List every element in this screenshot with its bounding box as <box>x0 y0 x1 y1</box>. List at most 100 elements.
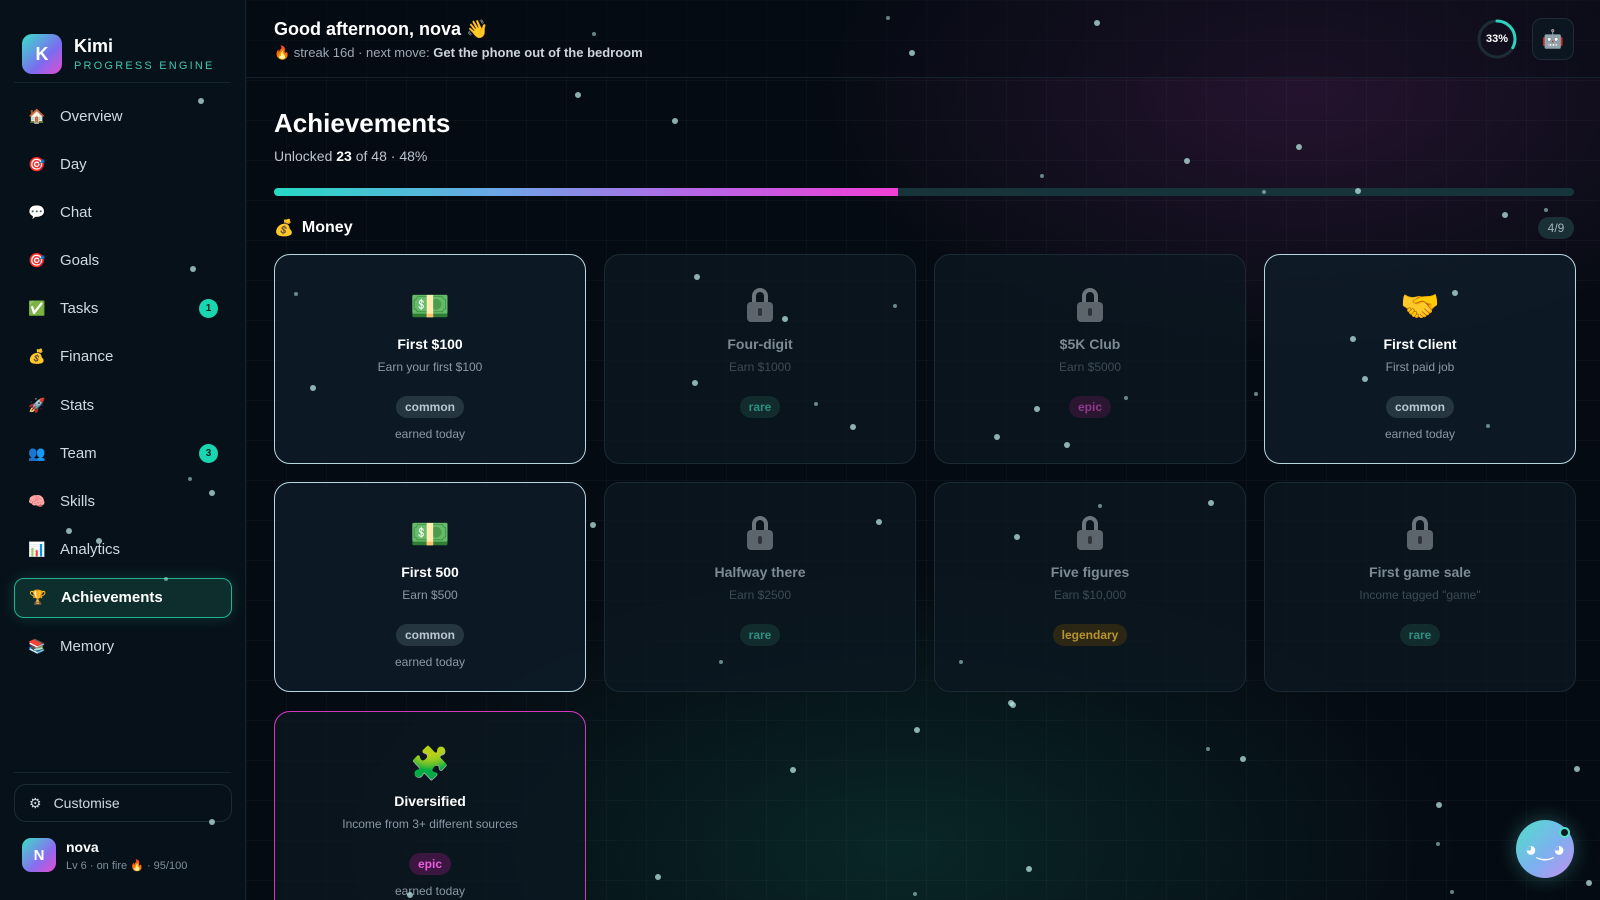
achievement-title: First 500 <box>401 564 459 580</box>
achievement-title: Four-digit <box>727 336 793 352</box>
page-title: Achievements <box>274 108 451 138</box>
sidebar-item-label: Team <box>60 444 97 462</box>
sidebar-item-achievements[interactable]: 🏆 Achievements <box>14 577 232 618</box>
handshake-icon: 🤝 <box>1400 288 1440 324</box>
customise-button[interactable]: ⚙ Customise <box>14 784 232 822</box>
bar-chart-icon: 📊 <box>28 541 46 558</box>
achievement-description: Earn $5000 <box>1058 360 1122 374</box>
rarity-badge: rare <box>739 624 781 646</box>
rarity-badge: rare <box>739 396 781 418</box>
target-icon: 🎯 <box>28 252 46 269</box>
user-level: Lv 6 · on fire 🔥 · 95/100 <box>66 859 188 872</box>
sidebar-item-label: Finance <box>60 348 114 366</box>
gear-icon: ⚙ <box>29 794 42 811</box>
divider <box>14 82 231 83</box>
rarity-badge: epic <box>1068 396 1111 418</box>
star-dot <box>1010 702 1016 708</box>
achievement-card[interactable]: Four-digit Earn $1000 rare <box>604 254 916 464</box>
achievement-description: Earn $10,000 <box>1053 588 1127 602</box>
streak-text: 🔥 streak 16d · next move: <box>274 45 434 60</box>
star-dot <box>1586 880 1592 886</box>
earned-date: earned today <box>394 427 466 441</box>
achievement-card[interactable]: Halfway there Earn $2500 rare <box>604 482 916 692</box>
sidebar-item-label: Skills <box>60 493 96 510</box>
sidebar-item-label: Memory <box>60 637 115 655</box>
team-count-badge: 3 <box>199 443 218 463</box>
star-dot <box>1026 866 1032 872</box>
sidebar-item-label: Overview <box>60 107 123 125</box>
sidebar-item-chat[interactable]: 💬 Chat <box>14 192 232 232</box>
rarity-badge: epic <box>408 853 451 875</box>
earned-date: earned today <box>394 655 466 669</box>
sidebar-item-team[interactable]: 👥 Team 3 <box>14 433 232 473</box>
achievements-progress-bar <box>274 188 1574 196</box>
achievement-card[interactable]: 💵 First $100 Earn your first $100 common ear… <box>274 254 586 464</box>
sidebar-item-goals[interactable]: 🎯 Goals <box>14 241 232 281</box>
sidebar-item-analytics[interactable]: 📊 Analytics <box>14 530 232 570</box>
achievement-card[interactable]: 🤝 First Client First paid job common earned … <box>1264 254 1576 464</box>
unlocked-prefix: Unlocked <box>274 148 337 164</box>
money-bag-icon: 💰 <box>28 348 46 365</box>
achievement-title: Five figures <box>1050 564 1130 580</box>
online-status-dot <box>1559 827 1570 838</box>
rarity-badge: legendary <box>1052 624 1128 646</box>
sidebar-item-label: Day <box>60 155 87 173</box>
daily-progress-label: 33% <box>1485 33 1509 45</box>
achievement-title: $5K Club <box>1059 336 1121 352</box>
sidebar-item-day[interactable]: 🎯 Day <box>14 144 232 184</box>
star-dot <box>1008 700 1014 706</box>
books-icon: 📚 <box>28 637 46 654</box>
star-dot <box>1450 890 1454 894</box>
star-dot <box>1040 174 1044 178</box>
achievement-title: Diversified <box>394 793 466 809</box>
achievement-description: Income from 3+ different sources <box>342 817 518 831</box>
achievement-card[interactable]: 💵 First 500 Earn $500 common earned today <box>274 482 586 692</box>
user-profile[interactable]: N nova Lv 6 · on fire 🔥 · 95/100 <box>22 838 187 872</box>
trophy-icon: 🏆 <box>29 589 47 606</box>
star-dot <box>1206 747 1210 751</box>
sidebar-item-tasks[interactable]: ✅ Tasks 1 <box>14 289 232 329</box>
money-bag-icon: 💰 <box>274 220 294 237</box>
sidebar-item-skills[interactable]: 🧠 Skills <box>14 482 232 522</box>
brand: K Kimi PROGRESS ENGINE <box>0 0 245 82</box>
star-dot <box>1544 208 1548 212</box>
achievement-card[interactable]: $5K Club Earn $5000 epic <box>934 254 1246 464</box>
sidebar-item-stats[interactable]: 🚀 Stats <box>14 385 232 425</box>
achievement-description: Income tagged "game" <box>1359 588 1481 602</box>
money-bill-icon: 💵 <box>410 516 450 552</box>
home-icon: 🏠 <box>28 107 46 124</box>
brand-name: Kimi <box>74 36 114 56</box>
customise-label: Customise <box>53 795 120 811</box>
speech-bubble-icon: 💬 <box>28 203 46 220</box>
brain-icon: 🧠 <box>28 493 46 509</box>
star-dot <box>590 522 596 528</box>
section-count-badge: 4/9 <box>1538 217 1574 239</box>
section-header-money: 💰 Money <box>274 218 353 238</box>
unlocked-suffix: of 48 · 48% <box>351 148 428 164</box>
star-dot <box>1240 756 1246 762</box>
achievement-card[interactable]: Five figures Earn $10,000 legendary <box>934 482 1246 692</box>
star-dot <box>913 892 917 896</box>
brand-logo: K <box>22 34 62 74</box>
star-dot <box>655 874 661 880</box>
achievement-card[interactable]: First game sale Income tagged "game" rare <box>1264 482 1576 692</box>
tasks-count-badge: 1 <box>199 299 218 319</box>
sidebar-item-memory[interactable]: 📚 Memory <box>14 626 232 666</box>
sidebar-item-label: Goals <box>60 252 100 270</box>
sidebar-item-finance[interactable]: 💰 Finance <box>14 337 232 377</box>
achievement-description: Earn $2500 <box>728 588 792 602</box>
lock-icon <box>605 288 915 324</box>
sidebar-item-label: Tasks <box>60 300 99 318</box>
achievement-card[interactable]: 🧩 Diversified Income from 3+ different sou… <box>274 711 586 900</box>
star-dot <box>1296 144 1302 150</box>
assistant-button[interactable]: 🤖 <box>1532 18 1574 60</box>
achievement-description: First paid job <box>1385 360 1455 374</box>
rarity-badge: common <box>395 396 464 418</box>
rarity-badge: rare <box>1399 624 1441 646</box>
star-dot <box>1254 392 1258 396</box>
unlocked-summary: Unlocked 23 of 48 · 48% <box>274 148 427 164</box>
earned-date: earned today <box>1384 427 1456 441</box>
star-dot <box>914 727 920 733</box>
streak-line: 🔥 streak 16d · next move: Get the phone … <box>274 45 643 61</box>
sidebar-item-overview[interactable]: 🏠 Overview <box>14 96 232 136</box>
